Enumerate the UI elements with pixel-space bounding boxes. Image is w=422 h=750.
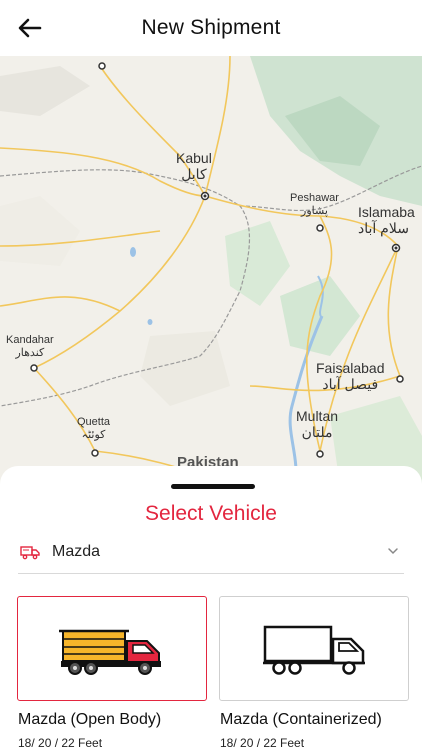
map-background <box>0 56 422 486</box>
map-label-peshawar: Peshawar پشاور <box>290 192 339 217</box>
drag-handle[interactable] <box>171 484 255 489</box>
vehicle-option-sizes: 18/ 20 / 22 Feet <box>220 736 305 750</box>
vehicle-bottom-sheet: Select Vehicle Mazda Mazda (Open Body) 1… <box>0 466 422 750</box>
container-truck-icon <box>263 625 365 675</box>
map-label-multan: Multan ملتان <box>296 408 339 441</box>
section-title: Select Vehicle <box>145 502 277 525</box>
truck-icon <box>20 542 40 562</box>
map-label-islamabad: Islamaba سلام آباد <box>358 204 415 237</box>
map-label-faisalabad: Faisalabad فیصل آباد <box>316 360 385 393</box>
page-title: New Shipment <box>141 16 281 39</box>
vehicle-option-label: Mazda (Open Body) <box>18 711 162 728</box>
back-button[interactable] <box>16 14 44 42</box>
arrow-left-icon <box>18 18 42 38</box>
selected-vehicle-value: Mazda <box>52 542 101 560</box>
map-label-quetta: Quetta کوئٹہ <box>77 416 111 441</box>
map-label-kabul: Kabul کابل <box>176 150 212 183</box>
vehicle-option-label: Mazda (Containerized) <box>220 711 382 728</box>
vehicle-option-open-body[interactable] <box>17 596 207 701</box>
app-header: New Shipment <box>0 0 422 56</box>
map-label-kandahar: Kandahar کندھار <box>6 334 54 359</box>
vehicle-option-containerized[interactable] <box>219 596 409 701</box>
vehicle-options: Mazda (Open Body) 18/ 20 / 22 Feet Mazda… <box>17 596 409 750</box>
map-view[interactable]: Kabul کابل Peshawar پشاور Islamaba سلام آبا… <box>0 56 422 486</box>
vehicle-type-dropdown[interactable]: Mazda <box>18 530 404 574</box>
chevron-down-icon <box>388 548 398 555</box>
open-body-truck-icon <box>59 629 161 675</box>
vehicle-option-sizes: 18/ 20 / 22 Feet <box>18 736 103 750</box>
